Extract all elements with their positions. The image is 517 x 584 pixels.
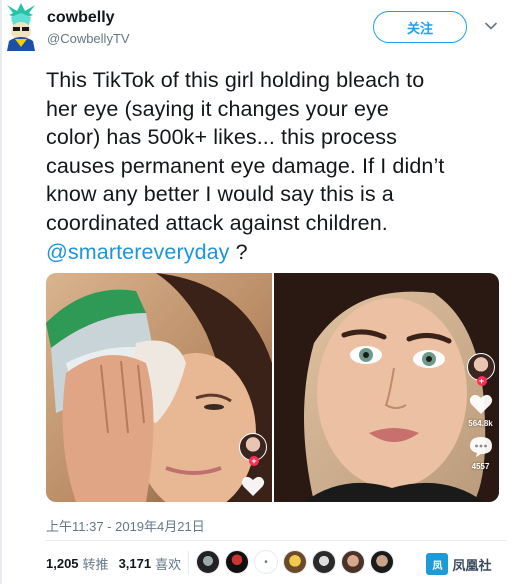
retweets-count[interactable]: 1,205 — [46, 556, 79, 571]
tiktok-side-actions: + 564.8k 4557 — [466, 353, 495, 471]
liker-avatar[interactable] — [370, 550, 394, 574]
retweets-label[interactable]: 转推 — [83, 554, 109, 573]
tweet-text-line: know any better I would say this is a — [46, 182, 394, 207]
media-grid: + + 564.8k 4557 — [46, 273, 499, 502]
comment-icon[interactable] — [469, 436, 493, 458]
liker-avatars: • — [196, 550, 394, 574]
photo-right-image — [273, 273, 499, 502]
liker-avatar[interactable] — [196, 550, 220, 574]
follow-button[interactable]: 关注 — [373, 11, 467, 43]
chevron-down-icon[interactable] — [484, 19, 498, 33]
liker-avatar[interactable] — [283, 550, 307, 574]
tweet-text: This TikTok of this girl holding bleach … — [46, 66, 512, 266]
heart-icon[interactable] — [241, 475, 265, 497]
photo-right[interactable]: + 564.8k 4557 — [273, 273, 499, 502]
author-handle[interactable]: @CowbellyTV — [47, 31, 130, 46]
tweet-text-line: causes permanent eye damage. If I didn’t — [46, 153, 445, 178]
tweet-text-line: @smartereveryday ? — [46, 238, 512, 267]
mention-suffix: ? — [229, 239, 248, 264]
tiktok-follow-plus[interactable]: + — [249, 456, 259, 466]
left-border — [0, 0, 2, 584]
stats-separator — [188, 551, 189, 575]
liker-avatar[interactable] — [225, 550, 249, 574]
likes-label[interactable]: 喜欢 — [155, 554, 181, 573]
tweet-header: cowbelly @CowbellyTV 关注 — [0, 0, 517, 60]
watermark: 凤 凤凰社 — [407, 547, 511, 581]
heart-icon[interactable] — [469, 393, 493, 415]
like-count: 564.8k — [468, 419, 493, 428]
tiktok-creator-avatar[interactable]: + — [239, 433, 267, 466]
divider — [46, 540, 506, 541]
liker-avatar[interactable]: • — [254, 550, 278, 574]
tweet-text-line: This TikTok of this girl holding bleach … — [46, 68, 425, 92]
liker-avatar[interactable] — [341, 550, 365, 574]
liker-avatar[interactable] — [312, 550, 336, 574]
likes-count[interactable]: 3,171 — [119, 556, 152, 571]
tweet-timestamp[interactable]: 上午11:37 - 2019年4月21日 — [46, 516, 205, 535]
tweet-text-line: her eye (saying it changes your eye — [46, 96, 389, 121]
watermark-text: 凤凰社 — [452, 557, 492, 573]
tiktok-follow-plus[interactable]: + — [476, 376, 487, 386]
tweet-text-line: color) has 500k+ likes... this process — [46, 125, 397, 150]
tweet-stats: 1,205 转推 3,171 喜欢 — [46, 551, 181, 575]
tiktok-side-actions: + — [239, 433, 267, 497]
comment-count: 4557 — [471, 462, 490, 471]
tiktok-creator-avatar[interactable]: + — [466, 353, 495, 386]
photo-left[interactable]: + — [46, 273, 272, 502]
author-avatar[interactable] — [3, 3, 39, 51]
mention-link[interactable]: @smartereveryday — [46, 240, 230, 264]
watermark-logo-icon: 凤 — [426, 553, 449, 575]
tweet-text-line: coordinated attack against children. — [46, 210, 388, 235]
photo-left-image — [46, 273, 272, 502]
author-display-name[interactable]: cowbelly — [47, 9, 115, 27]
